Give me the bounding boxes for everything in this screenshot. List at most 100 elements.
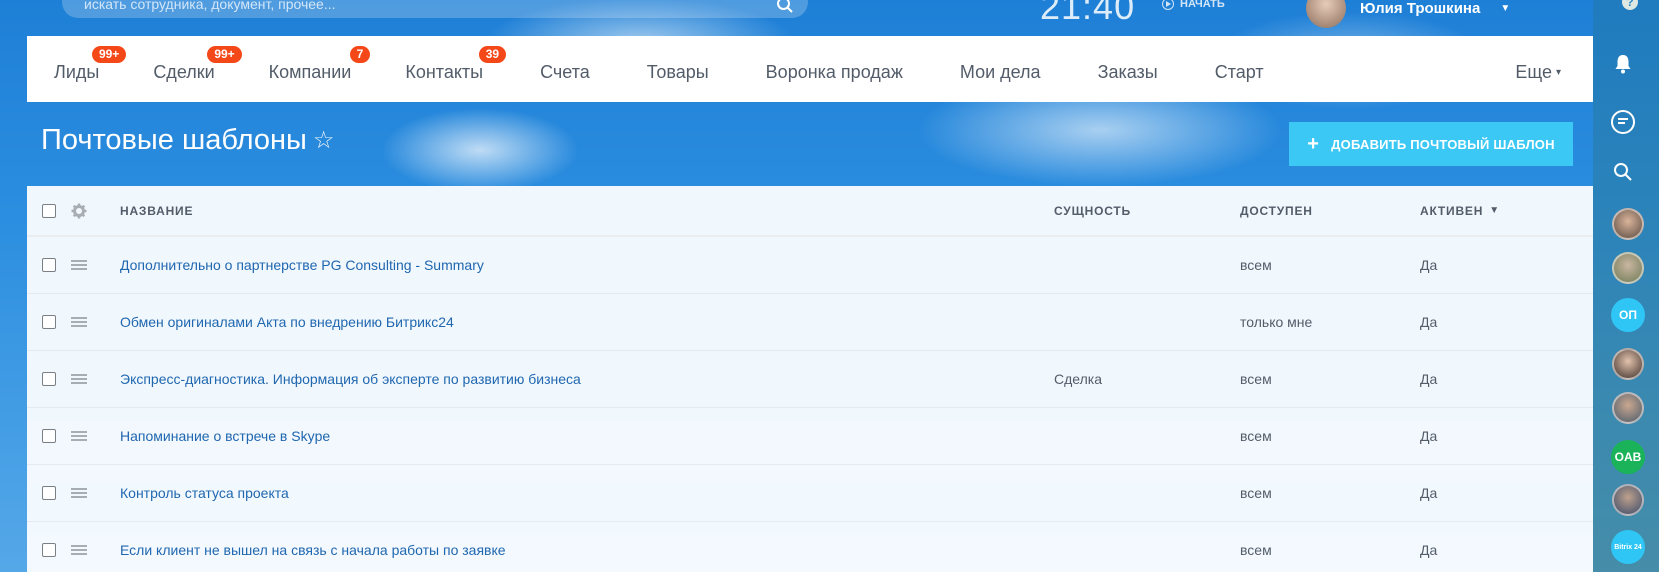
avatar[interactable] bbox=[1612, 348, 1644, 380]
page-title-text: Почтовые шаблоны bbox=[41, 124, 307, 156]
avatar[interactable] bbox=[1612, 392, 1644, 424]
nav-item-products[interactable]: Товары bbox=[617, 36, 736, 102]
search-icon[interactable] bbox=[1609, 158, 1637, 186]
template-name-link[interactable]: Экспресс-диагностика. Информация об эксп… bbox=[120, 371, 581, 387]
clock: 21:40 bbox=[1040, 0, 1136, 27]
row-menu-icon[interactable] bbox=[71, 317, 87, 327]
counter-badge: 99+ bbox=[91, 46, 127, 63]
template-name-link[interactable]: Дополнительно о партнерстве PG Consultin… bbox=[120, 257, 484, 273]
settings-cell bbox=[71, 186, 87, 235]
row-checkbox[interactable] bbox=[42, 372, 56, 386]
nav-item-deals[interactable]: Сделки 99+ bbox=[126, 36, 242, 102]
row-checkbox[interactable] bbox=[42, 258, 56, 272]
template-name-link[interactable]: Напоминание о встрече в Skype bbox=[120, 428, 330, 444]
row-checkbox[interactable] bbox=[42, 486, 56, 500]
row-menu-icon[interactable] bbox=[71, 374, 87, 384]
table-row: Экспресс-диагностика. Информация об эксп… bbox=[27, 351, 1593, 408]
available-cell: только мне bbox=[1240, 314, 1313, 330]
nav-item-label: Компании bbox=[268, 62, 352, 82]
nav-item-label: Сделки bbox=[153, 62, 215, 82]
row-checkbox[interactable] bbox=[42, 543, 56, 557]
nav-item-my-activities[interactable]: Мои дела bbox=[930, 36, 1068, 102]
start-label: НАЧАТЬ bbox=[1180, 0, 1225, 10]
counter-badge: 39 bbox=[478, 46, 507, 63]
counter-badge: 7 bbox=[349, 46, 371, 63]
user-name: Юлия Трошкина bbox=[1360, 0, 1481, 17]
nav-item-label: Мои дела bbox=[959, 62, 1041, 82]
table-row: Дополнительно о партнерстве PG Consultin… bbox=[27, 237, 1593, 294]
nav-item-label: Воронка продаж bbox=[765, 62, 903, 82]
start-workday-button[interactable]: НАЧАТЬ bbox=[1162, 0, 1225, 10]
sort-desc-icon: ▼ bbox=[1489, 205, 1500, 216]
available-cell: всем bbox=[1240, 371, 1272, 387]
available-cell: всем bbox=[1240, 542, 1272, 558]
avatar bbox=[1306, 0, 1346, 28]
right-sidebar: ОП OAB Bitrix 24 bbox=[1593, 0, 1659, 572]
add-email-template-button[interactable]: + ДОБАВИТЬ ПОЧТОВЫЙ ШАБЛОН bbox=[1289, 122, 1573, 166]
nav-item-invoices[interactable]: Счета bbox=[510, 36, 617, 102]
active-cell: Да bbox=[1420, 428, 1438, 444]
nav-item-label: Заказы bbox=[1097, 62, 1158, 82]
avatar[interactable] bbox=[1612, 208, 1644, 240]
select-all-checkbox[interactable] bbox=[42, 203, 56, 218]
nav-item-start[interactable]: Старт bbox=[1185, 36, 1291, 102]
chevron-down-icon: ▼ bbox=[1500, 2, 1511, 14]
gear-icon[interactable] bbox=[71, 203, 87, 219]
crm-nav: Лиды 99+ Сделки 99+ Компании 7 Контакты … bbox=[27, 36, 1593, 102]
row-menu-icon[interactable] bbox=[71, 260, 87, 270]
nav-item-label: Старт bbox=[1214, 62, 1264, 82]
entity-cell: Сделка bbox=[1054, 371, 1102, 387]
table-row: Если клиент не вышел на связь с начала р… bbox=[27, 522, 1593, 572]
table-row: Контроль статуса проекта всем Да bbox=[27, 465, 1593, 522]
star-icon[interactable]: ☆ bbox=[313, 126, 335, 155]
nav-more-button[interactable]: Еще ▾ bbox=[1515, 36, 1561, 102]
nav-item-label: Товары bbox=[646, 62, 709, 82]
nav-item-companies[interactable]: Компании 7 bbox=[242, 36, 379, 102]
column-header-entity[interactable]: СУЩНОСТЬ bbox=[1054, 186, 1131, 235]
templates-grid: НАЗВАНИЕ СУЩНОСТЬ ДОСТУПЕН АКТИВЕН ▼ Доп… bbox=[27, 186, 1593, 572]
bell-icon[interactable] bbox=[1609, 50, 1637, 78]
search-icon[interactable] bbox=[776, 0, 794, 14]
avatar[interactable] bbox=[1612, 484, 1644, 516]
table-row: Напоминание о встрече в Skype всем Да bbox=[27, 408, 1593, 465]
available-cell: всем bbox=[1240, 485, 1272, 501]
search-input[interactable] bbox=[84, 0, 744, 14]
avatar[interactable] bbox=[1612, 252, 1644, 284]
column-header-name[interactable]: НАЗВАНИЕ bbox=[120, 186, 193, 235]
nav-item-orders[interactable]: Заказы bbox=[1068, 36, 1185, 102]
nav-item-leads[interactable]: Лиды 99+ bbox=[27, 36, 127, 102]
chevron-down-icon: ▾ bbox=[1555, 67, 1561, 78]
template-name-link[interactable]: Контроль статуса проекта bbox=[120, 485, 289, 501]
avatar-initials[interactable]: ОП bbox=[1611, 298, 1645, 332]
active-cell: Да bbox=[1420, 371, 1438, 387]
available-cell: всем bbox=[1240, 428, 1272, 444]
available-cell: всем bbox=[1240, 257, 1272, 273]
row-checkbox[interactable] bbox=[42, 429, 56, 443]
table-row: Обмен оригиналами Акта по внедрению Битр… bbox=[27, 294, 1593, 351]
nav-item-sales-funnel[interactable]: Воронка продаж bbox=[736, 36, 930, 102]
add-button-label: ДОБАВИТЬ ПОЧТОВЫЙ ШАБЛОН bbox=[1331, 136, 1555, 152]
nav-item-label: Счета bbox=[540, 62, 590, 82]
row-menu-icon[interactable] bbox=[71, 488, 87, 498]
nav-item-label: Контакты bbox=[405, 62, 484, 82]
row-menu-icon[interactable] bbox=[71, 431, 87, 441]
grid-header: НАЗВАНИЕ СУЩНОСТЬ ДОСТУПЕН АКТИВЕН ▼ bbox=[27, 186, 1593, 237]
play-icon bbox=[1162, 0, 1174, 10]
template-name-link[interactable]: Обмен оригиналами Акта по внедрению Битр… bbox=[120, 314, 454, 330]
bitrix24-avatar[interactable]: Bitrix 24 bbox=[1611, 530, 1645, 564]
row-checkbox[interactable] bbox=[42, 315, 56, 329]
counter-badge: 99+ bbox=[207, 46, 242, 63]
nav-more-label: Еще bbox=[1515, 62, 1552, 82]
avatar-initials[interactable]: OAB bbox=[1611, 440, 1645, 474]
column-header-active-wrap[interactable]: АКТИВЕН ▼ bbox=[1420, 186, 1499, 235]
user-menu[interactable]: Юлия Трошкина ▼ bbox=[1306, 0, 1510, 28]
top-header: 21:40 НАЧАТЬ Юлия Трошкина▼ ? bbox=[0, 0, 1659, 34]
chat-icon[interactable] bbox=[1609, 108, 1637, 136]
template-name-link[interactable]: Если клиент не вышел на связь с начала р… bbox=[120, 542, 506, 558]
nav-item-contacts[interactable]: Контакты 39 bbox=[378, 36, 510, 102]
active-cell: Да bbox=[1420, 485, 1438, 501]
search-box[interactable] bbox=[62, 0, 808, 18]
column-header-available[interactable]: ДОСТУПЕН bbox=[1240, 186, 1313, 235]
row-menu-icon[interactable] bbox=[71, 545, 87, 555]
nav-item-label: Лиды bbox=[54, 62, 100, 82]
